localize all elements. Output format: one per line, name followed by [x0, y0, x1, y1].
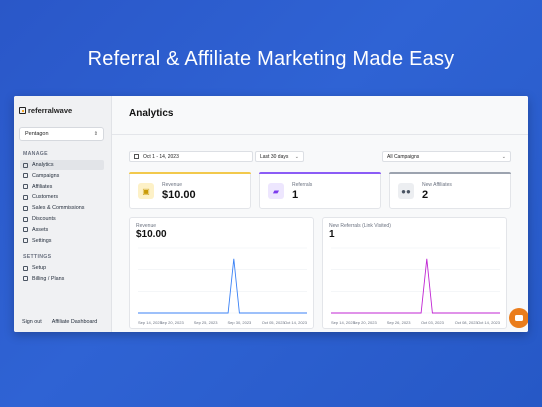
sidebar-item-sales-commissions[interactable]: Sales & Commissions: [20, 203, 104, 213]
x-tick-label: Sep 20, 2023: [353, 320, 378, 325]
stat-label: New Affiliates: [422, 182, 452, 188]
stat-value: 1: [292, 189, 299, 201]
sidebar-item-assets[interactable]: Assets: [20, 225, 104, 235]
period-select[interactable]: Last 30 days ⌄: [255, 151, 304, 162]
calendar-icon: [134, 154, 139, 159]
period-value: Last 30 days: [260, 153, 289, 160]
chevron-down-icon: ⌄: [501, 153, 506, 160]
referrals-stat-card: ▰ Referrals 1: [259, 172, 381, 209]
stat-value: 2: [422, 189, 429, 201]
sidebar-item-label: Campaigns: [32, 172, 60, 179]
wrench-icon: [23, 265, 28, 271]
x-tick-label: Sep 20, 2023: [160, 320, 185, 325]
referrals-chart: Sep 14, 2023Sep 20, 2023 Sep 26, 2023 Oct …: [331, 247, 501, 325]
logo-icon: [19, 107, 26, 114]
hero-title: Referral & Affiliate Marketing Made Easy: [87, 48, 455, 70]
campaign-select[interactable]: All Campaigns ⌄: [382, 151, 511, 162]
sidebar-item-analytics[interactable]: Analytics: [20, 160, 104, 170]
sidebar-item-label: Billing / Plans: [32, 275, 65, 282]
header-divider: [112, 134, 528, 135]
x-tick-label: Sep 25, 2023: [194, 320, 219, 325]
sidebar-item-billing-plans[interactable]: Billing / Plans: [20, 274, 104, 284]
sidebar-item-customers[interactable]: Customers: [20, 192, 104, 202]
series-line: [331, 258, 500, 314]
chat-button[interactable]: [509, 308, 528, 328]
updown-chevron-icon: ⇕: [93, 131, 98, 137]
x-tick-label: Oct 03, 2023: [421, 320, 445, 325]
x-tick-label: Oct 08, 2023: [455, 320, 479, 325]
logo-text: referralwave: [28, 106, 73, 115]
card-accent: [129, 172, 251, 174]
gear-icon: [23, 238, 28, 244]
campaign-value: All Campaigns: [387, 153, 420, 160]
sidebar-item-campaigns[interactable]: Campaigns: [20, 171, 104, 181]
sidebar-item-label: Sales & Commissions: [32, 205, 85, 212]
x-tick-label: Oct 14, 2023: [477, 320, 501, 325]
affiliate-dashboard-link[interactable]: Affiliate Dashboard: [52, 319, 97, 325]
page-title: Analytics: [129, 108, 174, 119]
chevron-down-icon: ⌄: [294, 153, 299, 160]
chat-icon: [515, 315, 523, 321]
card-accent: [259, 172, 381, 174]
sidebar-item-label: Discounts: [32, 216, 56, 222]
manage-section-label: MANAGE: [23, 151, 48, 157]
revenue-stat-card: ▣ Revenue $10.00: [129, 172, 251, 209]
chart-icon: [23, 162, 28, 168]
workspace-select[interactable]: Pentagon ⇕: [19, 127, 104, 141]
main-content: Analytics Oct 1 - 14, 2023 Last 30 days …: [112, 96, 528, 332]
revenue-chart: Sep 14, 2023Sep 20, 2023 Sep 25, 2023 Sep …: [138, 247, 308, 325]
app-window: referralwave Pentagon ⇕ MANAGE Analytics…: [14, 96, 528, 332]
stat-value: $10.00: [162, 189, 196, 201]
sidebar-item-discounts[interactable]: Discounts: [20, 214, 104, 224]
sidebar-item-label: Settings: [32, 237, 52, 244]
stat-label: Referrals: [292, 182, 313, 188]
card-icon: [23, 276, 28, 282]
affiliates-stat-card: ●● New Affiliates 2: [389, 172, 511, 209]
x-tick-label: Oct 14, 2023: [284, 320, 308, 325]
stat-label: Revenue: [162, 182, 183, 188]
date-range-picker[interactable]: Oct 1 - 14, 2023: [129, 151, 253, 162]
sign-out-link[interactable]: Sign out: [22, 319, 42, 325]
revenue-chart-panel: Revenue $10.00 Sep 14, 2023 Sep 20, 2023 S…: [129, 217, 314, 329]
tag-icon: [23, 216, 28, 222]
sidebar-item-label: Assets: [32, 226, 49, 233]
megaphone-icon: [23, 173, 28, 179]
x-tick-label: Oct 05, 2023: [262, 320, 286, 325]
sidebar-item-label: Affiliates: [32, 183, 53, 190]
logo[interactable]: referralwave: [19, 106, 72, 115]
ticket-icon: ▰: [268, 183, 284, 199]
users-icon: [23, 184, 28, 190]
series-line: [138, 258, 307, 314]
date-range-value: Oct 1 - 14, 2023: [143, 153, 179, 160]
sidebar-item-settings[interactable]: Settings: [20, 236, 104, 246]
folder-icon: [23, 227, 28, 233]
x-tick-label: Sep 14, 2023: [138, 320, 163, 325]
settings-section-label: SETTINGS: [23, 254, 52, 260]
referrals-chart-panel: New Referrals (Link Visited) 1 Sep 14, 2…: [322, 217, 507, 329]
x-tick-label: Sep 14, 2023: [331, 320, 356, 325]
card-accent: [389, 172, 511, 174]
sidebar-item-label: Setup: [32, 265, 47, 271]
x-tick-label: Sep 26, 2023: [387, 320, 412, 325]
sidebar-item-label: Customers: [32, 194, 59, 201]
users-icon: ●●: [398, 183, 414, 199]
x-tick-label: Sep 30, 2023: [227, 320, 252, 325]
sidebar-item-affiliates[interactable]: Affiliates: [20, 182, 104, 192]
dollar-icon: [23, 205, 28, 211]
sidebar-item-label: Analytics: [32, 162, 54, 168]
money-icon: ▣: [138, 183, 154, 199]
user-icon: [23, 194, 28, 200]
workspace-name: Pentagon: [25, 131, 49, 137]
sidebar-item-setup[interactable]: Setup: [20, 263, 104, 273]
sidebar: referralwave Pentagon ⇕ MANAGE Analytics…: [14, 96, 112, 332]
